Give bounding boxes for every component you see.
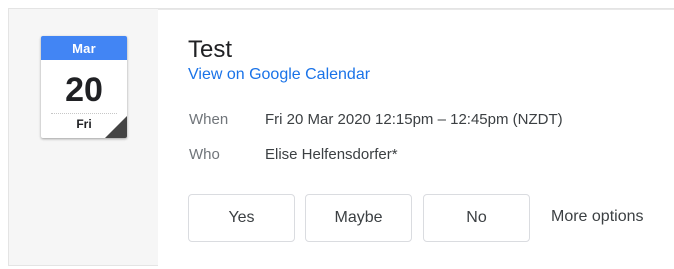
calendar-divider xyxy=(51,113,117,114)
rsvp-no-button[interactable]: No xyxy=(423,194,530,242)
event-title: Test xyxy=(188,36,233,63)
view-on-google-calendar-link[interactable]: View on Google Calendar xyxy=(188,65,370,85)
rsvp-maybe-button[interactable]: Maybe xyxy=(305,194,412,242)
who-label: Who xyxy=(189,146,220,163)
rsvp-yes-button[interactable]: Yes xyxy=(188,194,295,242)
calendar-date-icon: Mar 20 Fri xyxy=(41,36,127,138)
more-options-button[interactable]: More options xyxy=(551,207,644,227)
when-value: Fri 20 Mar 2020 12:15pm – 12:45pm (NZDT) xyxy=(265,111,563,128)
calendar-month: Mar xyxy=(41,36,127,60)
page-fold-icon xyxy=(105,116,127,138)
when-label: When xyxy=(189,111,229,128)
who-value: Elise Helfensdorfer* xyxy=(265,146,398,163)
calendar-day-number: 20 xyxy=(65,71,103,109)
